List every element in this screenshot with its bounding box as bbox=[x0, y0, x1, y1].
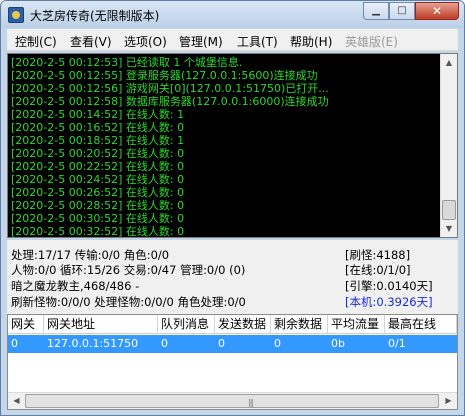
column-remaining-data[interactable]: 剩余数据 bbox=[271, 315, 328, 334]
log-line: [2020-2-5 00:12:55] 登录服务器(127.0.0.1:5600… bbox=[11, 69, 318, 82]
status-players: 人物:0/0 循环:15/26 交易:0/47 管理:0/0 (0) bbox=[11, 263, 246, 277]
cell-queue-messages: 0 bbox=[161, 337, 168, 350]
cell-gateway-address: 127.0.0.1:51750 bbox=[47, 337, 139, 350]
cell-max-online: 0/1 bbox=[388, 337, 406, 350]
log-panel[interactable]: [2020-2-5 00:12:53] 已经读取 1 个城堡信息. [2020-… bbox=[7, 53, 458, 238]
log-scroll-thumb[interactable] bbox=[442, 200, 456, 220]
status-panel: 处理:17/17 传输:0/0 角色:0/0 人物:0/0 循环:15/26 交… bbox=[7, 240, 458, 314]
log-line: [2020-2-5 00:28:52] 在线人数: 0 bbox=[11, 199, 185, 212]
column-gateway-address[interactable]: 网关地址 bbox=[44, 315, 158, 334]
title-bar[interactable]: 大芝房传奇(无限制版本) ▁ □ ✕ bbox=[1, 1, 464, 28]
main-window: 大芝房传奇(无限制版本) ▁ □ ✕ 控制(C) 查看(V) 选项(O) 管理(… bbox=[0, 0, 465, 416]
cell-average-traffic: 0b bbox=[331, 337, 345, 350]
status-online: [在线:0/1/0] bbox=[345, 263, 411, 277]
log-line: [2020-2-5 00:30:52] 在线人数: 0 bbox=[11, 212, 185, 225]
cell-sent-data: 0 bbox=[218, 337, 225, 350]
table-row[interactable]: 0 127.0.0.1:51750 0 0 0 0b 0/1 bbox=[8, 335, 457, 353]
table-scroll-thumb[interactable]: ||| bbox=[25, 394, 439, 408]
log-line: [2020-2-5 00:16:52] 在线人数: 0 bbox=[11, 121, 185, 134]
scroll-up-arrow-icon[interactable]: ▲ bbox=[441, 54, 457, 71]
scroll-down-arrow-icon[interactable]: ▼ bbox=[441, 220, 457, 237]
column-sent-data[interactable]: 发送数据 bbox=[215, 315, 271, 334]
table-horizontal-scrollbar[interactable]: ◀ ||| ▶ bbox=[8, 392, 457, 409]
status-processing: 处理:17/17 传输:0/0 角色:0/0 bbox=[11, 248, 170, 262]
cell-remaining-data: 0 bbox=[274, 337, 281, 350]
menu-manage[interactable]: 管理(M) bbox=[179, 33, 223, 50]
grip-icon: ||| bbox=[248, 398, 254, 407]
app-icon bbox=[8, 7, 24, 23]
log-line: [2020-2-5 00:12:58] 数据库服务器(127.0.0.1:600… bbox=[11, 95, 329, 108]
menu-view[interactable]: 查看(V) bbox=[70, 33, 112, 50]
cell-gateway: 0 bbox=[11, 337, 18, 350]
log-line: [2020-2-5 00:12:53] 已经读取 1 个城堡信息. bbox=[11, 56, 243, 69]
menu-tools[interactable]: 工具(T) bbox=[237, 33, 278, 50]
log-line: [2020-2-5 00:12:56] 游戏网关[0](127.0.0.1:51… bbox=[11, 82, 329, 95]
status-monster-count: [刷怪:4188] bbox=[345, 248, 411, 262]
menu-control[interactable]: 控制(C) bbox=[15, 33, 57, 50]
status-engine-uptime: [引擎:0.0140天] bbox=[345, 279, 433, 293]
log-lines: [2020-2-5 00:12:53] 已经读取 1 个城堡信息. [2020-… bbox=[11, 56, 439, 238]
column-max-online[interactable]: 最高在线 bbox=[385, 315, 457, 334]
close-button[interactable]: ✕ bbox=[415, 2, 459, 20]
status-boss: 暗之魔龙教主,468/486 - bbox=[11, 279, 140, 293]
window-title: 大芝房传奇(无限制版本) bbox=[30, 9, 160, 23]
log-line: [2020-2-5 00:24:52] 在线人数: 0 bbox=[11, 173, 185, 186]
scroll-right-arrow-icon[interactable]: ▶ bbox=[440, 393, 457, 409]
log-line: [2020-2-5 00:32:52] 在线人数: 0 bbox=[11, 225, 185, 238]
minimize-button[interactable]: ▁ bbox=[363, 2, 389, 20]
menu-hero-edition: 英雄版(E) bbox=[345, 35, 398, 49]
column-gateway[interactable]: 网关 bbox=[8, 315, 44, 334]
log-line: [2020-2-5 00:20:52] 在线人数: 0 bbox=[11, 147, 185, 160]
table-header: 网关 网关地址 队列消息 发送数据 剩余数据 平均流量 最高在线 bbox=[8, 315, 457, 334]
column-average-traffic[interactable]: 平均流量 bbox=[328, 315, 385, 334]
status-local-uptime: [本机:0.3926天] bbox=[345, 295, 433, 309]
menu-bar: 控制(C) 查看(V) 选项(O) 管理(M) 工具(T) 帮助(H) 英雄版(… bbox=[7, 29, 458, 51]
status-monster-refresh: 刷新怪物:0/0/0 处理怪物:0/0/0 角色处理:0/0 bbox=[11, 295, 246, 309]
log-line: [2020-2-5 00:26:52] 在线人数: 0 bbox=[11, 186, 185, 199]
menu-help[interactable]: 帮助(H) bbox=[290, 33, 332, 50]
scroll-left-arrow-icon[interactable]: ◀ bbox=[8, 393, 25, 409]
log-line: [2020-2-5 00:14:52] 在线人数: 1 bbox=[11, 108, 185, 121]
gateway-table: 网关 网关地址 队列消息 发送数据 剩余数据 平均流量 最高在线 0 127.0… bbox=[7, 314, 458, 410]
log-vertical-scrollbar[interactable]: ▲ ▼ bbox=[440, 54, 457, 237]
maximize-button[interactable]: □ bbox=[389, 2, 415, 20]
column-queue-messages[interactable]: 队列消息 bbox=[158, 315, 215, 334]
log-line: [2020-2-5 00:18:52] 在线人数: 1 bbox=[11, 134, 185, 147]
menu-options[interactable]: 选项(O) bbox=[124, 33, 167, 50]
log-line: [2020-2-5 00:22:52] 在线人数: 0 bbox=[11, 160, 185, 173]
